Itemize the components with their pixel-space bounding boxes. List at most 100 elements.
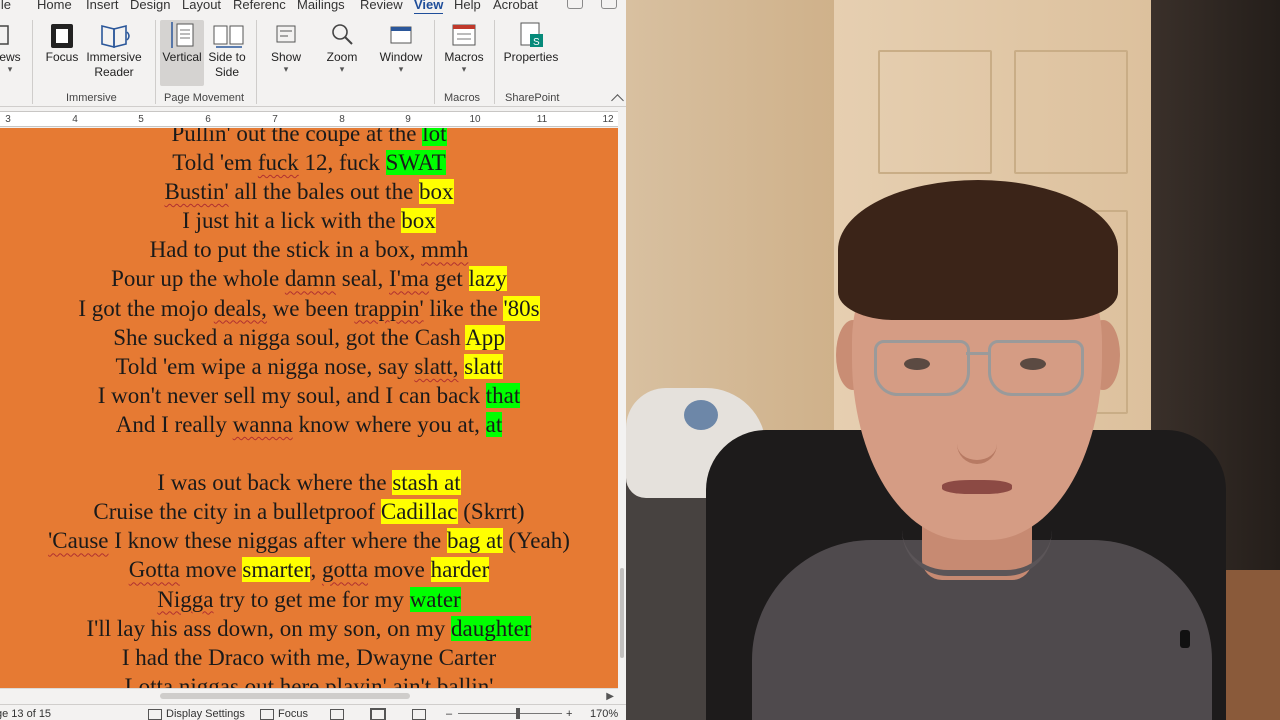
lyric-text: (Skrrt) [457, 499, 525, 525]
zoom-level[interactable]: 170% [590, 708, 618, 720]
highlighted-word: smarter [242, 557, 311, 583]
lyric-line: I won't never sell my soul, and I can ba… [0, 381, 618, 410]
display-settings-button[interactable]: Display Settings [148, 708, 245, 720]
zoom-slider[interactable] [458, 713, 562, 714]
hair [838, 180, 1118, 320]
tab-insert[interactable]: Insert [86, 0, 119, 12]
misspelled-word: slatt, [414, 353, 459, 379]
focus-icon [47, 20, 77, 50]
lyric-text: we been [266, 295, 355, 321]
tab-references[interactable]: Referenc [233, 0, 286, 12]
lyric-text: I know these niggas after where the [108, 528, 447, 554]
lyric-text: I just hit a lick with the [182, 208, 402, 234]
web-layout-button[interactable] [412, 708, 430, 720]
lyric-text: I got the mojo [78, 295, 214, 321]
immersive-reader-button[interactable]: Immersive Reader [84, 20, 144, 80]
ribbon-separator [434, 20, 435, 104]
macros-icon [449, 20, 479, 50]
misspelled-word: 'Cause [48, 528, 109, 554]
lyric-text: (Yeah) [502, 528, 570, 554]
print-layout-icon [370, 708, 386, 720]
lyric-text: She sucked a nigga soul, got the Cash [113, 324, 466, 350]
group-macros-label: Macros [444, 92, 481, 104]
highlighted-word: daughter [451, 615, 532, 641]
tab-mailings[interactable]: Mailings [297, 0, 345, 12]
misspelled-word: damn [284, 266, 337, 292]
side-to-side-button[interactable]: Side to Side [206, 20, 248, 80]
horizontal-scrollbar[interactable]: ▶ [0, 688, 618, 705]
lyric-text: I had the Draco with me, Dwayne Carter [121, 644, 497, 670]
zoom-button[interactable]: Zoom ▾ [322, 20, 362, 74]
zoom-slider-thumb[interactable] [516, 708, 520, 719]
show-button[interactable]: Show ▾ [266, 20, 306, 74]
lyric-text: Had to put the stick in a box, [149, 237, 422, 263]
ruler-number: 6 [205, 114, 211, 125]
properties-button[interactable]: S Properties [502, 20, 560, 65]
ruler-number: 10 [469, 114, 481, 125]
lyric-line: Bustin' all the bales out the box [0, 177, 618, 206]
share-icon[interactable] [567, 0, 583, 9]
scroll-right-icon[interactable]: ▶ [606, 691, 614, 702]
ribbon-tabs: ile Home Insert Design Layout Referenc M… [0, 0, 626, 16]
horizontal-ruler[interactable]: 3 4 5 6 7 8 9 10 11 12 [0, 106, 626, 129]
tab-help[interactable]: Help [454, 0, 481, 12]
tab-design[interactable]: Design [130, 0, 170, 12]
vertical-button[interactable]: Vertical [160, 20, 204, 86]
highlighted-word: water [409, 586, 461, 612]
lyric-line: Pour up the whole damn seal, I'ma get la… [0, 264, 618, 293]
tab-home[interactable]: Home [37, 0, 72, 12]
lyric-line: And I really wanna know where you at, at [0, 410, 618, 439]
lyric-text: get [428, 266, 469, 292]
tab-review[interactable]: Review [360, 0, 403, 12]
highlighted-word: stash at [392, 470, 461, 496]
lyric-text: I'll lay his ass down, on my son, on my [86, 615, 451, 641]
print-layout-button[interactable] [370, 708, 390, 720]
lyric-line: I got the mojo deals, we been trappin' l… [0, 294, 618, 323]
glasses-bridge [966, 352, 988, 355]
tab-file[interactable]: ile [0, 0, 11, 12]
views-button[interactable]: ews ▾ [0, 20, 24, 74]
read-mode-button[interactable] [330, 708, 348, 720]
highlighted-word: lazy [468, 266, 507, 292]
focus-mode-button[interactable]: Focus [260, 708, 308, 720]
lyric-text: Cruise the city in a bulletproof [93, 499, 381, 525]
lapel-microphone [1180, 630, 1190, 648]
highlighted-word: bag at [447, 528, 503, 554]
ribbon-separator [256, 20, 257, 104]
side-to-side-label: Side to Side [208, 50, 246, 79]
zoom-out-icon[interactable]: – [446, 708, 452, 720]
chevron-down-icon: ▾ [283, 64, 289, 74]
lyric-text: try to get me for my [213, 586, 410, 612]
misspelled-word: fuck [257, 150, 299, 176]
lyric-text: move [367, 557, 431, 583]
focus-button[interactable]: Focus [44, 20, 80, 65]
horizontal-scroll-thumb[interactable] [160, 693, 410, 699]
lyric-text: And I really [115, 411, 233, 437]
chevron-down-icon: ▾ [7, 64, 13, 74]
vertical-scroll-thumb[interactable] [620, 568, 624, 658]
misspelled-word: deals, [213, 295, 267, 321]
zoom-label: Zoom [326, 50, 358, 64]
tab-layout[interactable]: Layout [182, 0, 221, 12]
tab-acrobat[interactable]: Acrobat [493, 0, 538, 12]
comments-icon[interactable] [601, 0, 617, 9]
page-count[interactable]: ge 13 of 15 [0, 708, 51, 720]
document-page[interactable]: Pullin' out the coupe at the lot Told 'em… [0, 128, 618, 688]
lyric-line: I was out back where the stash at [0, 468, 618, 497]
lyric-text: all the bales out the [228, 179, 420, 205]
ruler-number: 12 [602, 114, 614, 125]
collapse-ribbon-icon[interactable] [611, 94, 624, 107]
vertical-scrollbar[interactable] [618, 128, 626, 688]
highlighted-word: that [485, 382, 521, 408]
highlighted-word: App [465, 324, 505, 350]
highlighted-word: lot [422, 128, 447, 146]
focus-icon [260, 708, 274, 720]
macros-button[interactable]: Macros ▾ [440, 20, 488, 74]
views-label: ews [0, 50, 21, 64]
word-window: ile Home Insert Design Layout Referenc M… [0, 0, 626, 720]
focus-label: Focus [45, 50, 79, 64]
window-button[interactable]: Window ▾ [376, 20, 426, 74]
ribbon-separator [32, 20, 33, 104]
lyric-text: Pour up the whole [111, 266, 285, 292]
zoom-in-icon[interactable]: + [566, 708, 572, 720]
